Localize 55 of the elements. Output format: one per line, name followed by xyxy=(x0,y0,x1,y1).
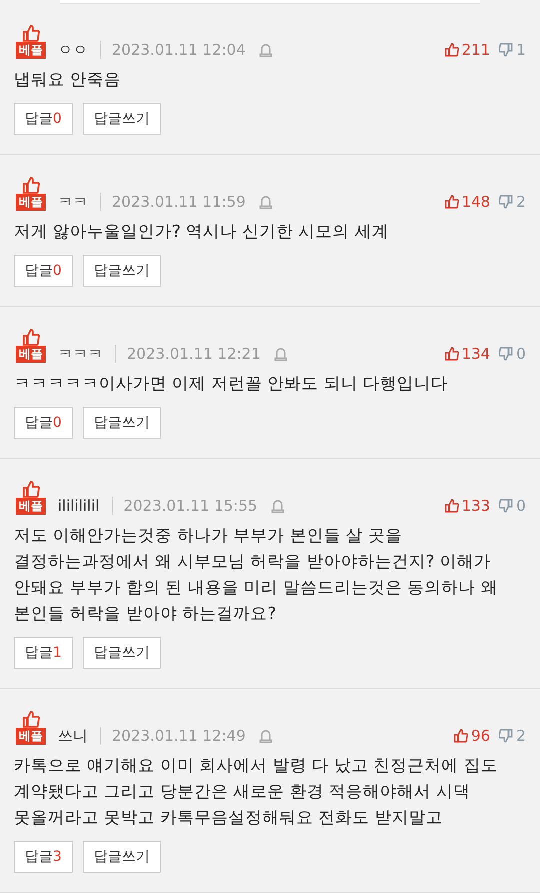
like-button[interactable]: 96 xyxy=(454,727,490,745)
thumbs-up-icon xyxy=(22,328,40,346)
thumbs-up-icon xyxy=(454,729,468,743)
write-reply-button[interactable]: 답글쓰기 xyxy=(82,407,161,439)
thumbs-up-icon xyxy=(444,499,459,513)
comment-text: 냅둬요 안죽음 xyxy=(14,69,122,91)
thumbs-down-icon xyxy=(499,499,514,513)
best-badge: 베플 xyxy=(16,498,46,515)
bell-icon[interactable] xyxy=(270,498,286,514)
replies-button[interactable]: 답글0 xyxy=(14,255,73,287)
replies-button[interactable]: 답글0 xyxy=(14,103,73,135)
bell-icon[interactable] xyxy=(258,194,274,210)
comment-date: 2023.01.11 15:55 xyxy=(124,497,258,515)
comment-text: ㅋㅋㅋㅋㅋ이사가면 이제 저런꼴 안봐도 되니 다행입니다 xyxy=(14,373,450,395)
thumbs-down-icon xyxy=(499,729,514,743)
thumbs-up-icon xyxy=(22,710,40,728)
like-button[interactable]: 133 xyxy=(444,497,490,515)
comment-date: 2023.01.11 12:04 xyxy=(112,41,246,59)
bell-icon[interactable] xyxy=(258,42,274,58)
write-reply-button[interactable]: 답글쓰기 xyxy=(82,637,161,669)
comment-text: 저도 이해안가는것중 하나가 부부가 본인들 살 곳을 결정하는과정에서 왜 시부모님 허락을 받아야하는건지? 이해가 안돼요 부부가 합의 된 내용을 미리 말씀드리는것은 동의하나 왜 본인들 허락을 받아야 하는걸까요? xyxy=(14,525,499,625)
comment-date: 2023.01.11 12:21 xyxy=(127,345,261,363)
nickname: ㅋㅋㅋ xyxy=(58,345,103,363)
thumbs-down-icon xyxy=(499,195,514,209)
thumbs-down-icon xyxy=(499,347,514,361)
comment-date: 2023.01.11 11:59 xyxy=(112,193,246,211)
thumbs-down-icon xyxy=(499,43,514,57)
nickname: 쓰니 xyxy=(58,727,88,745)
like-button[interactable]: 134 xyxy=(444,345,490,363)
like-button[interactable]: 211 xyxy=(444,41,490,59)
comment-text: 저게 앓아누울일인가? 역시나 신기한 시모의 세계 xyxy=(14,221,390,243)
best-badge: 베플 xyxy=(16,42,46,59)
write-reply-button[interactable]: 답글쓰기 xyxy=(82,841,161,873)
thumbs-up-icon xyxy=(444,195,459,209)
write-reply-button[interactable]: 답글쓰기 xyxy=(82,103,161,135)
thumbs-up-icon xyxy=(444,43,459,57)
bell-icon[interactable] xyxy=(258,728,274,744)
write-reply-button[interactable]: 답글쓰기 xyxy=(82,255,161,287)
best-badge: 베플 xyxy=(16,728,46,745)
bell-icon[interactable] xyxy=(272,346,289,362)
nickname: ㅇㅇ xyxy=(58,41,88,59)
replies-button[interactable]: 답글0 xyxy=(14,407,73,439)
thumbs-up-icon xyxy=(22,24,40,42)
comment-text: 카톡으로 얘기해요 이미 회사에서 발령 다 났고 친정근처에 집도 계약됐다고 그리고 당분간은 새로운 환경 적응해야해서 시댁 못올꺼라고 못박고 카톡무음설정해둬요 전화도 받지말고 xyxy=(14,755,499,829)
replies-button[interactable]: 답글1 xyxy=(14,637,73,669)
replies-button[interactable]: 답글3 xyxy=(14,841,73,873)
like-button[interactable]: 148 xyxy=(444,193,490,211)
thumbs-up-icon xyxy=(22,176,40,194)
best-badge: 베플 xyxy=(16,346,46,363)
nickname: ililililil xyxy=(58,497,100,515)
comment-date: 2023.01.11 12:49 xyxy=(112,727,246,745)
thumbs-up-icon xyxy=(444,347,459,361)
thumbs-up-icon xyxy=(22,480,40,498)
best-badge: 베플 xyxy=(16,194,46,211)
nickname: ㅋㅋ xyxy=(58,193,88,211)
